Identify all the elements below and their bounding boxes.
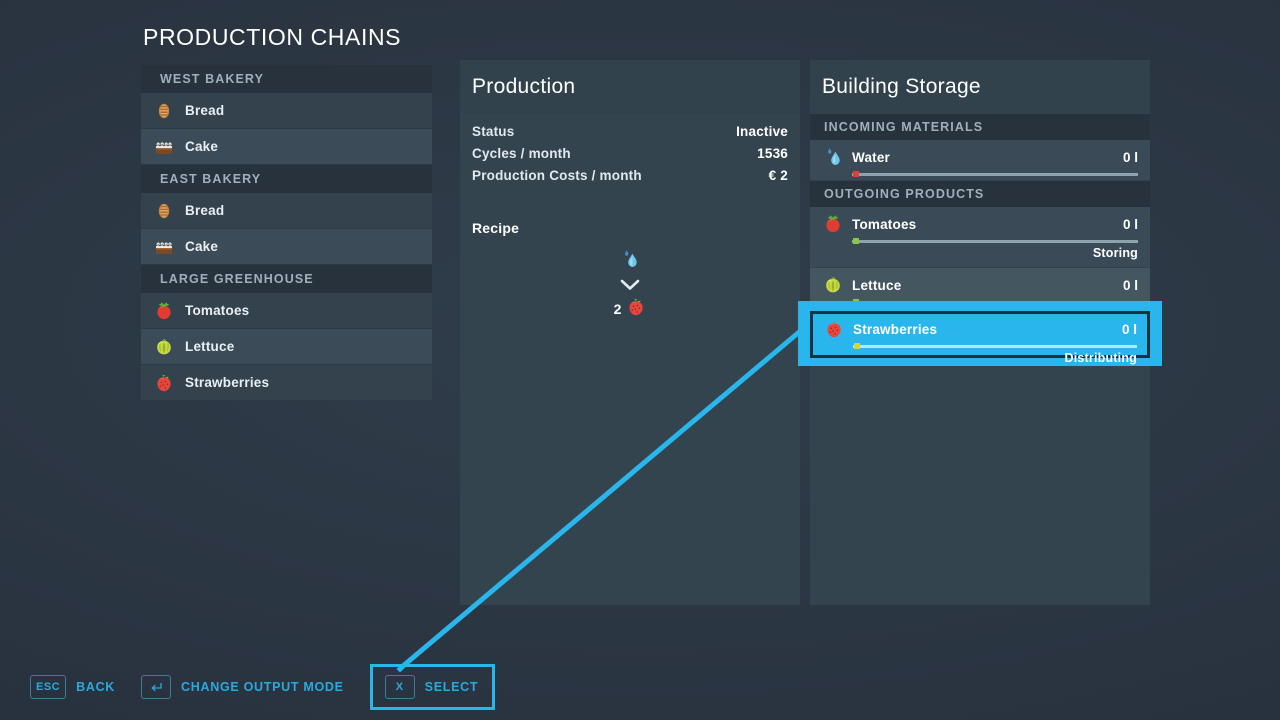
chain-item-cake[interactable]: Cake (141, 229, 432, 265)
chevron-down-icon (619, 274, 641, 296)
storage-row-amount: 0 l (1122, 322, 1137, 337)
selection-inner-border: Strawberries 0 l Distributing (810, 311, 1150, 358)
storage-row-fill-bar (853, 345, 1137, 348)
storage-row-output-mode: Storing (822, 243, 1138, 263)
chain-group-header: LARGE GREENHOUSE (141, 265, 432, 293)
chain-item-tomatoes[interactable]: Tomatoes (141, 293, 432, 329)
hint-back-label: BACK (76, 680, 115, 694)
recipe-output-row: 2 (614, 296, 647, 322)
hint-select-label: SELECT (425, 680, 479, 694)
chain-item-lettuce[interactable]: Lettuce (141, 329, 432, 365)
production-stat-value: € 2 (769, 168, 788, 183)
water-drop-icon (822, 146, 844, 168)
storage-row-marker (853, 238, 859, 244)
production-chains-panel: PRODUCTION CHAINS WEST BAKERY Bread Cake EA… (141, 24, 432, 401)
x-key-icon: X (385, 675, 415, 699)
production-stat-row: Status Inactive (472, 124, 788, 146)
production-stat-label: Status (472, 124, 514, 139)
water-drop-icon (620, 248, 640, 275)
building-storage-title: Building Storage (822, 75, 981, 99)
chain-item-bread[interactable]: Bread (141, 93, 432, 129)
recipe-input-row (620, 248, 640, 274)
production-stat-row: Cycles / month 1536 (472, 146, 788, 168)
storage-row-name: Water (852, 150, 1123, 165)
building-storage-header: Building Storage (810, 60, 1150, 114)
bread-icon (153, 100, 175, 122)
storage-row-water[interactable]: Water0 l (810, 140, 1150, 181)
storage-row-output-mode: Distributing (823, 348, 1137, 368)
hint-back[interactable]: ESC BACK (30, 664, 115, 710)
chain-item-label: Bread (185, 203, 224, 218)
storage-row-amount: 0 l (1123, 217, 1138, 232)
recipe-output-amount: 2 (614, 301, 622, 317)
recipe-label: Recipe (472, 220, 800, 236)
bread-icon (153, 200, 175, 222)
strawberry-icon (626, 297, 646, 322)
lettuce-icon (153, 336, 175, 358)
chain-item-label: Tomatoes (185, 303, 249, 318)
chain-item-label: Strawberries (185, 375, 269, 390)
chain-item-label: Lettuce (185, 339, 234, 354)
storage-row-name: Lettuce (852, 278, 1123, 293)
storage-section-header: OUTGOING PRODUCTS (810, 181, 1150, 207)
production-stat-value: 1536 (757, 146, 788, 161)
chain-item-strawberries[interactable]: Strawberries (141, 365, 432, 401)
hint-bar: ESC BACK CHANGE OUTPUT MODE X SELECT (0, 654, 1280, 720)
production-panel: Production Status Inactive Cycles / month 1… (460, 60, 800, 605)
storage-row-amount: 0 l (1123, 150, 1138, 165)
strawberry-icon (823, 318, 845, 340)
recipe-flow: 2 (460, 248, 800, 322)
storage-row-fill-bar (852, 173, 1138, 176)
storage-section-header: INCOMING MATERIALS (810, 114, 1150, 140)
page-title: PRODUCTION CHAINS (141, 24, 432, 51)
strawberry-icon (153, 372, 175, 394)
production-stat-value: Inactive (736, 124, 788, 139)
chain-item-label: Cake (185, 239, 218, 254)
production-panel-header: Production (460, 60, 800, 114)
storage-row-name: Strawberries (853, 322, 1122, 337)
chain-item-label: Cake (185, 139, 218, 154)
esc-key-icon: ESC (30, 675, 66, 699)
storage-row-strawberries-selected[interactable]: Strawberries 0 l Distributing (798, 301, 1162, 366)
storage-row-amount: 0 l (1123, 278, 1138, 293)
tomato-icon (822, 213, 844, 235)
storage-row-tomatoes[interactable]: Tomatoes0 l Storing (810, 207, 1150, 268)
hint-select[interactable]: X SELECT (370, 664, 496, 710)
production-stat-label: Production Costs / month (472, 168, 642, 183)
chain-group-header: EAST BAKERY (141, 165, 432, 193)
production-panel-title: Production (472, 75, 575, 99)
enter-key-icon (141, 675, 171, 699)
production-stats: Status Inactive Cycles / month 1536 Producti… (460, 114, 800, 190)
hint-change-output-mode[interactable]: CHANGE OUTPUT MODE (141, 664, 344, 710)
storage-row-marker (854, 343, 860, 349)
hint-change-output-mode-label: CHANGE OUTPUT MODE (181, 680, 344, 694)
production-stat-row: Production Costs / month € 2 (472, 168, 788, 190)
production-stat-label: Cycles / month (472, 146, 571, 161)
cake-icon (153, 236, 175, 258)
lettuce-icon (822, 274, 844, 296)
chain-item-cake[interactable]: Cake (141, 129, 432, 165)
chain-group-header: WEST BAKERY (141, 65, 432, 93)
cake-icon (153, 136, 175, 158)
production-chains-list: WEST BAKERY Bread Cake EAST BAKERY Bread Cake… (141, 65, 432, 401)
tomato-icon (153, 300, 175, 322)
storage-sections: INCOMING MATERIALSWater0 lOUTGOING PRODU… (810, 114, 1150, 329)
storage-row-marker (853, 171, 859, 177)
chain-item-label: Bread (185, 103, 224, 118)
storage-row-name: Tomatoes (852, 217, 1123, 232)
storage-row-fill-bar (852, 240, 1138, 243)
chain-item-bread[interactable]: Bread (141, 193, 432, 229)
